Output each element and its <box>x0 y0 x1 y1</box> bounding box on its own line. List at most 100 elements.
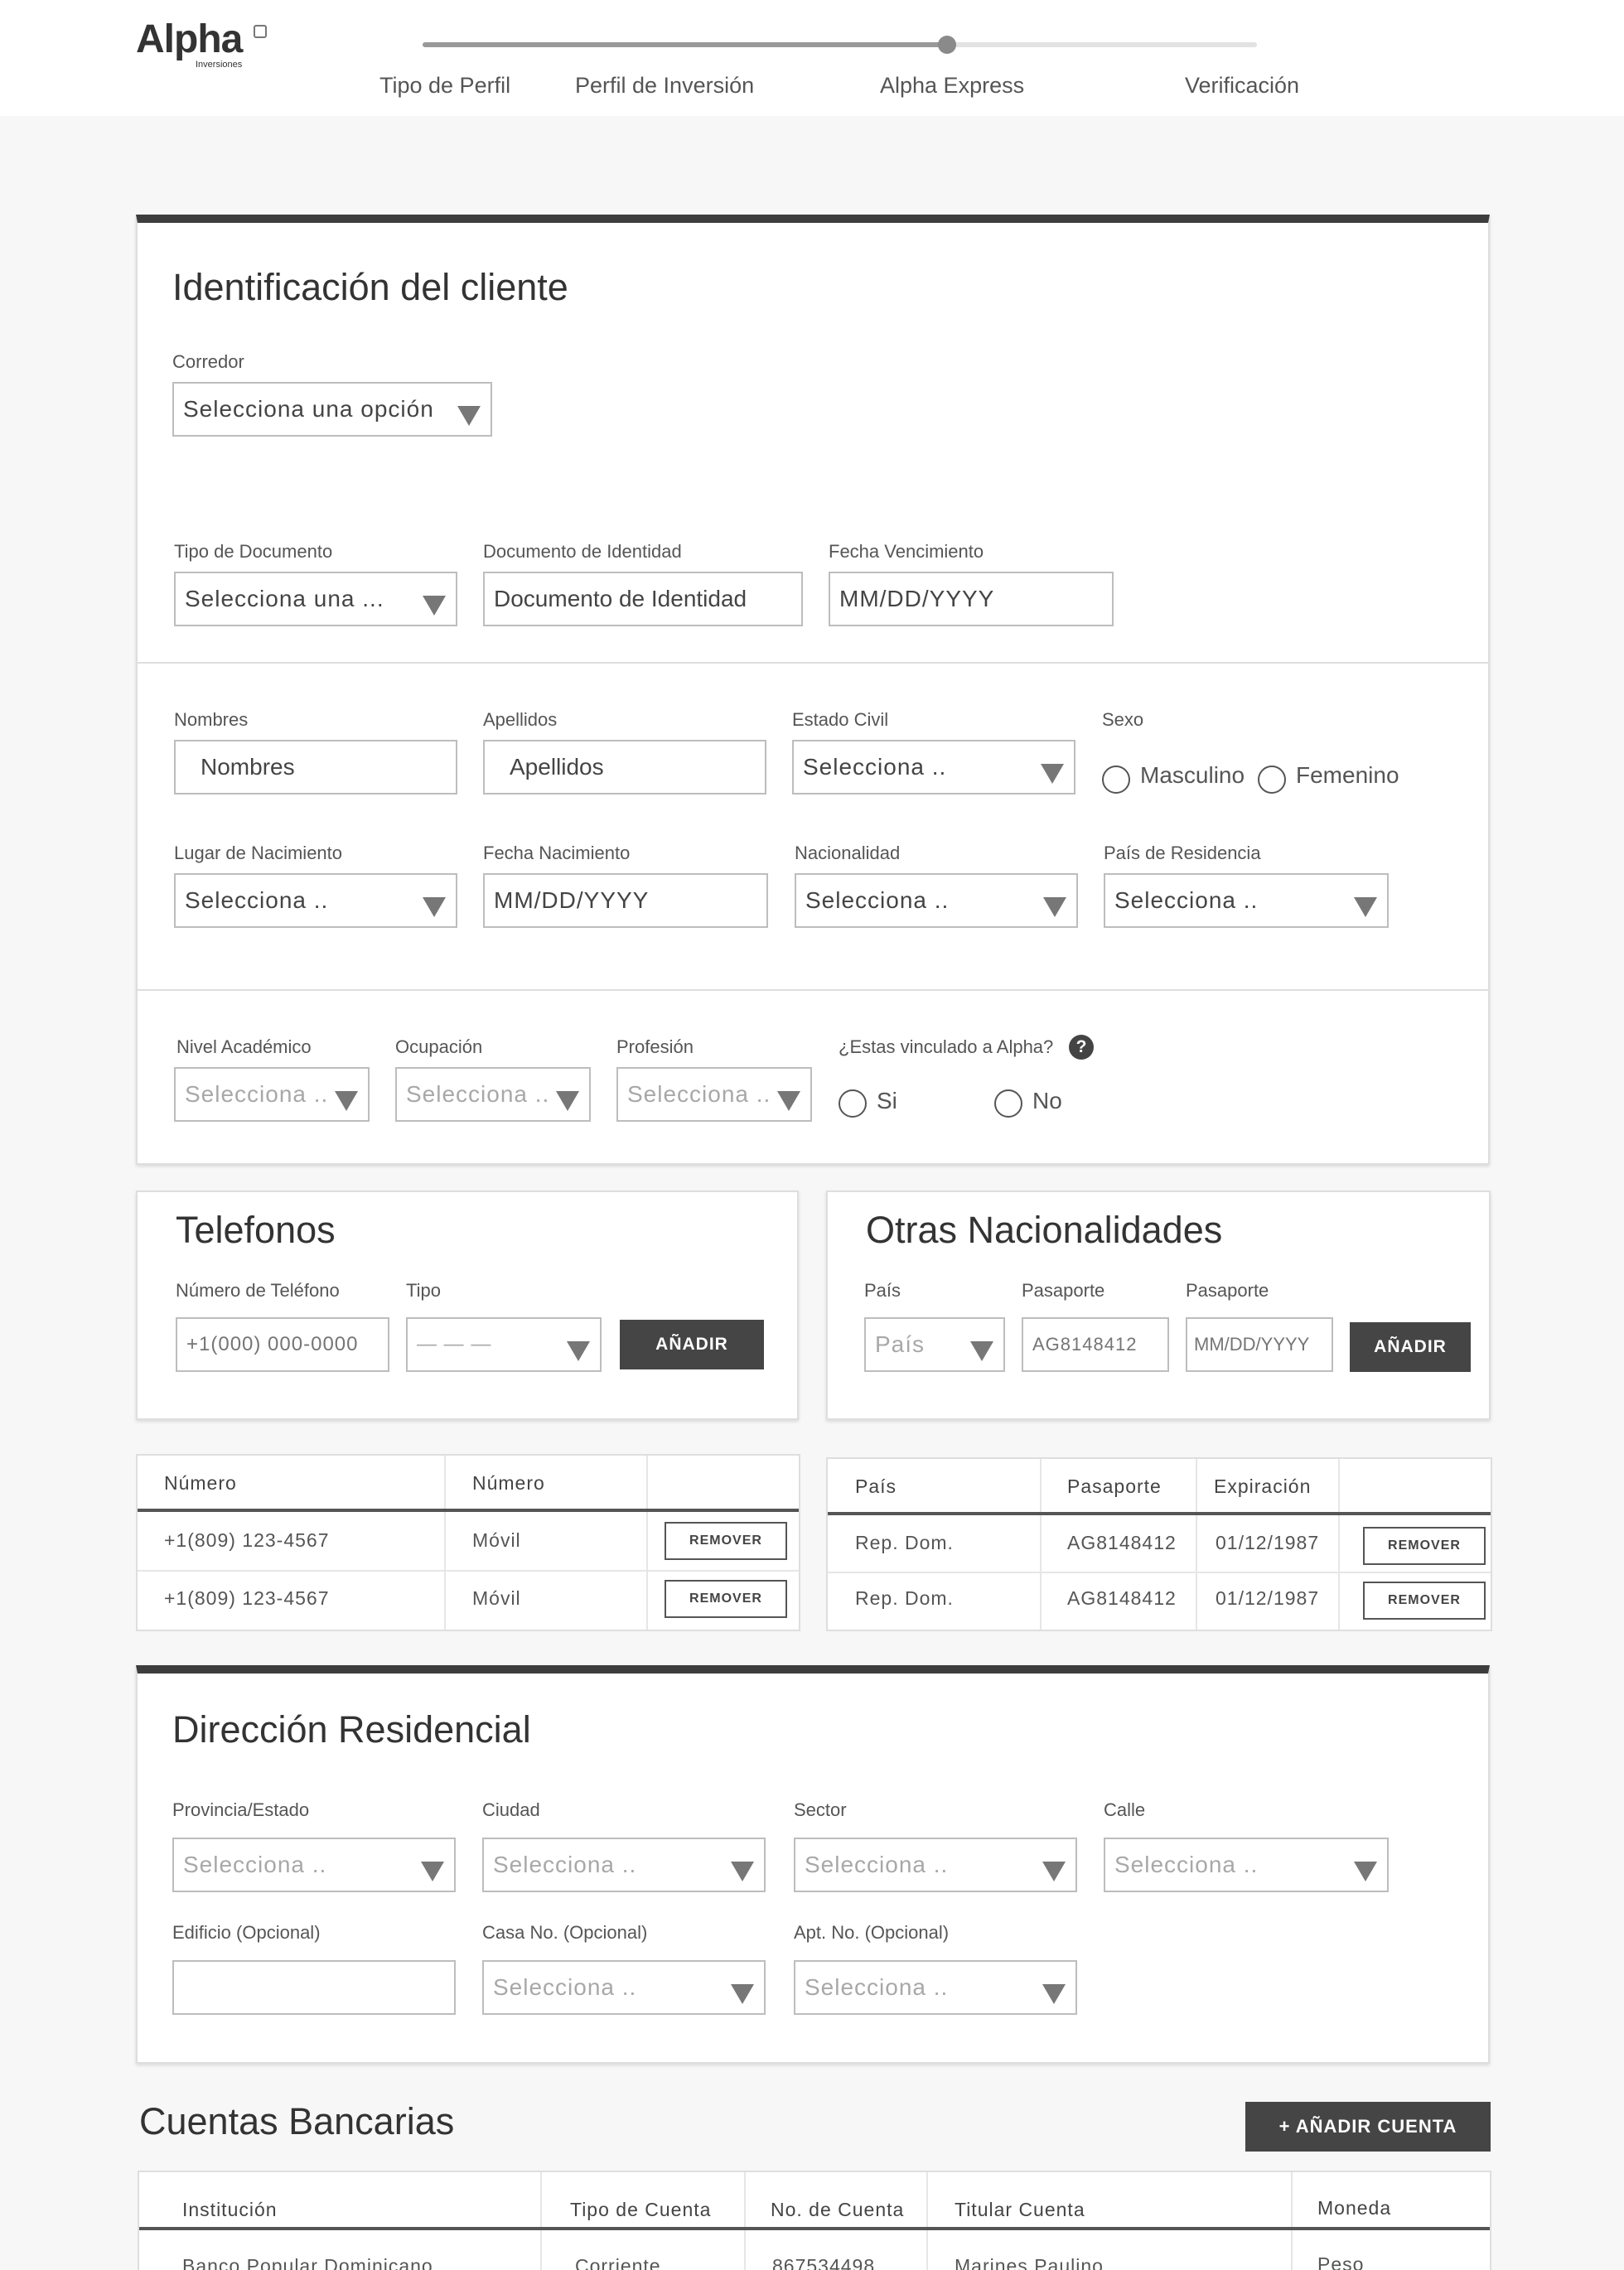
sexo-masculino-radio[interactable] <box>1102 766 1130 794</box>
column-divider <box>646 1456 648 1630</box>
estado-civil-select[interactable]: Selecciona .. <box>792 740 1075 794</box>
telefono-add-button[interactable]: AÑADIR <box>620 1320 764 1369</box>
corredor-select[interactable]: Selecciona una opción <box>172 382 492 437</box>
chevron-down-icon <box>567 1341 590 1361</box>
remover-button[interactable]: REMOVER <box>665 1580 787 1618</box>
table-header: Tipo de Cuenta <box>570 2199 712 2220</box>
column-divider <box>444 1456 446 1630</box>
direccion-card: Dirección Residencial Provincia/Estado S… <box>136 1665 1490 2064</box>
table-header: Número <box>164 1472 237 1494</box>
section-divider <box>138 989 1488 991</box>
calle-select[interactable]: Selecciona .. <box>1104 1838 1389 1892</box>
ocupacion-select[interactable]: Selecciona .. <box>395 1067 591 1122</box>
help-icon[interactable]: ? <box>1069 1035 1094 1060</box>
row-divider <box>138 1570 799 1572</box>
pasaporte-input[interactable] <box>1022 1317 1169 1372</box>
pasaporte-fecha-input[interactable] <box>1186 1317 1333 1372</box>
nacionalidad-value: Selecciona .. <box>805 887 950 913</box>
column-divider <box>1291 2172 1293 2270</box>
lugar-nacimiento-select[interactable]: Selecciona .. <box>174 873 457 928</box>
nacionalidad-add-button[interactable]: AÑADIR <box>1350 1322 1471 1372</box>
chevron-down-icon <box>1042 1862 1066 1881</box>
pais-select[interactable]: País <box>864 1317 1005 1372</box>
chevron-down-icon <box>423 596 446 616</box>
pasaporte-label: Pasaporte <box>1022 1280 1105 1301</box>
lugar-nacimiento-value: Selecciona .. <box>185 887 329 913</box>
row-titular: Marines Paulino <box>955 2255 1104 2270</box>
add-cuenta-button[interactable]: + AÑADIR CUENTA <box>1245 2102 1491 2152</box>
step-perfil-inversion[interactable]: Perfil de Inversión <box>575 73 754 99</box>
chevron-down-icon <box>1041 764 1064 784</box>
row-tipo: Móvil <box>472 1587 521 1609</box>
apt-select[interactable]: Selecciona .. <box>794 1960 1077 2015</box>
chevron-down-icon <box>970 1341 993 1361</box>
vinculado-si-label: Si <box>877 1088 897 1113</box>
casa-select[interactable]: Selecciona .. <box>482 1960 766 2015</box>
apt-value: Selecciona .. <box>805 1974 949 2000</box>
nacionalidad-select[interactable]: Selecciona .. <box>795 873 1078 928</box>
profesion-label: Profesión <box>616 1036 694 1057</box>
column-divider <box>540 2172 542 2270</box>
nacionalidades-card: Otras Nacionalidades País País Pasaporte… <box>826 1191 1491 1420</box>
column-divider <box>1040 1459 1042 1630</box>
remover-button[interactable]: REMOVER <box>1363 1527 1486 1565</box>
table-header: País <box>855 1476 897 1497</box>
apellidos-input[interactable]: Apellidos <box>483 740 766 794</box>
progress-track <box>423 42 1257 47</box>
ocupacion-label: Ocupación <box>395 1036 483 1057</box>
nombres-input[interactable]: Nombres <box>174 740 457 794</box>
ciudad-label: Ciudad <box>482 1799 540 1820</box>
fecha-nacimiento-input[interactable]: MM/DD/YYYY <box>483 873 768 928</box>
fecha-nacimiento-label: Fecha Nacimiento <box>483 843 631 863</box>
table-header: Número <box>472 1472 545 1494</box>
telefono-numero-input[interactable] <box>176 1317 389 1372</box>
row-numero-cuenta: 867534498 <box>772 2255 876 2270</box>
casa-value: Selecciona .. <box>493 1974 637 2000</box>
chevron-down-icon <box>556 1091 579 1111</box>
row-institucion: Banco Popular Dominicano <box>182 2255 433 2270</box>
row-pais: Rep. Dom. <box>855 1532 954 1553</box>
step-verificacion[interactable]: Verificación <box>1185 73 1299 99</box>
documento-identidad-input[interactable]: Documento de Identidad <box>483 572 803 626</box>
column-divider <box>1196 1459 1197 1630</box>
chevron-down-icon <box>731 1862 754 1881</box>
fecha-vencimiento-input[interactable]: MM/DD/YYYY <box>829 572 1114 626</box>
ciudad-select[interactable]: Selecciona .. <box>482 1838 766 1892</box>
pasaporte-fecha-label: Pasaporte <box>1186 1280 1269 1301</box>
vinculado-si-radio[interactable] <box>839 1089 867 1118</box>
vinculado-no-radio[interactable] <box>994 1089 1022 1118</box>
tipo-documento-label: Tipo de Documento <box>174 541 333 562</box>
step-alpha-express[interactable]: Alpha Express <box>880 73 1024 99</box>
nivel-academico-select[interactable]: Selecciona .. <box>174 1067 370 1122</box>
nombres-value: Nombres <box>201 754 295 780</box>
remover-button[interactable]: REMOVER <box>665 1522 787 1560</box>
chevron-down-icon <box>1042 1984 1066 2004</box>
remover-button[interactable]: REMOVER <box>1363 1582 1486 1620</box>
nacionalidad-label: Nacionalidad <box>795 843 901 863</box>
provincia-select[interactable]: Selecciona .. <box>172 1838 456 1892</box>
progress-marker <box>938 36 956 54</box>
telefono-numero-label: Número de Teléfono <box>176 1280 340 1301</box>
step-tipo-perfil[interactable]: Tipo de Perfil <box>379 73 510 99</box>
tipo-documento-select[interactable]: Selecciona una ... <box>174 572 457 626</box>
cuentas-title: Cuentas Bancarias <box>139 2100 455 2142</box>
telefono-tipo-select[interactable]: — — — <box>406 1317 602 1372</box>
brand-subtitle: Inversiones <box>196 60 243 70</box>
corredor-value: Selecciona una opción <box>183 396 434 422</box>
pais-residencia-select[interactable]: Selecciona .. <box>1104 873 1389 928</box>
casa-label: Casa No. (Opcional) <box>482 1922 648 1943</box>
sexo-femenino-radio[interactable] <box>1258 766 1286 794</box>
brand-logo[interactable]: Alpha Inversiones <box>136 18 267 70</box>
ciudad-value: Selecciona .. <box>493 1852 637 1877</box>
sector-select[interactable]: Selecciona .. <box>794 1838 1077 1892</box>
column-divider <box>1338 1459 1340 1630</box>
nivel-academico-value: Selecciona .. <box>185 1081 329 1107</box>
chevron-down-icon <box>1354 1862 1377 1881</box>
column-divider <box>926 2172 928 2270</box>
edificio-input[interactable] <box>172 1960 456 2015</box>
tipo-documento-value: Selecciona una ... <box>185 586 384 611</box>
table-header: Pasaporte <box>1067 1476 1162 1497</box>
profesion-select[interactable]: Selecciona .. <box>616 1067 812 1122</box>
row-expiracion: 01/12/1987 <box>1216 1587 1320 1609</box>
nacionalidades-title: Otras Nacionalidades <box>866 1209 1223 1251</box>
